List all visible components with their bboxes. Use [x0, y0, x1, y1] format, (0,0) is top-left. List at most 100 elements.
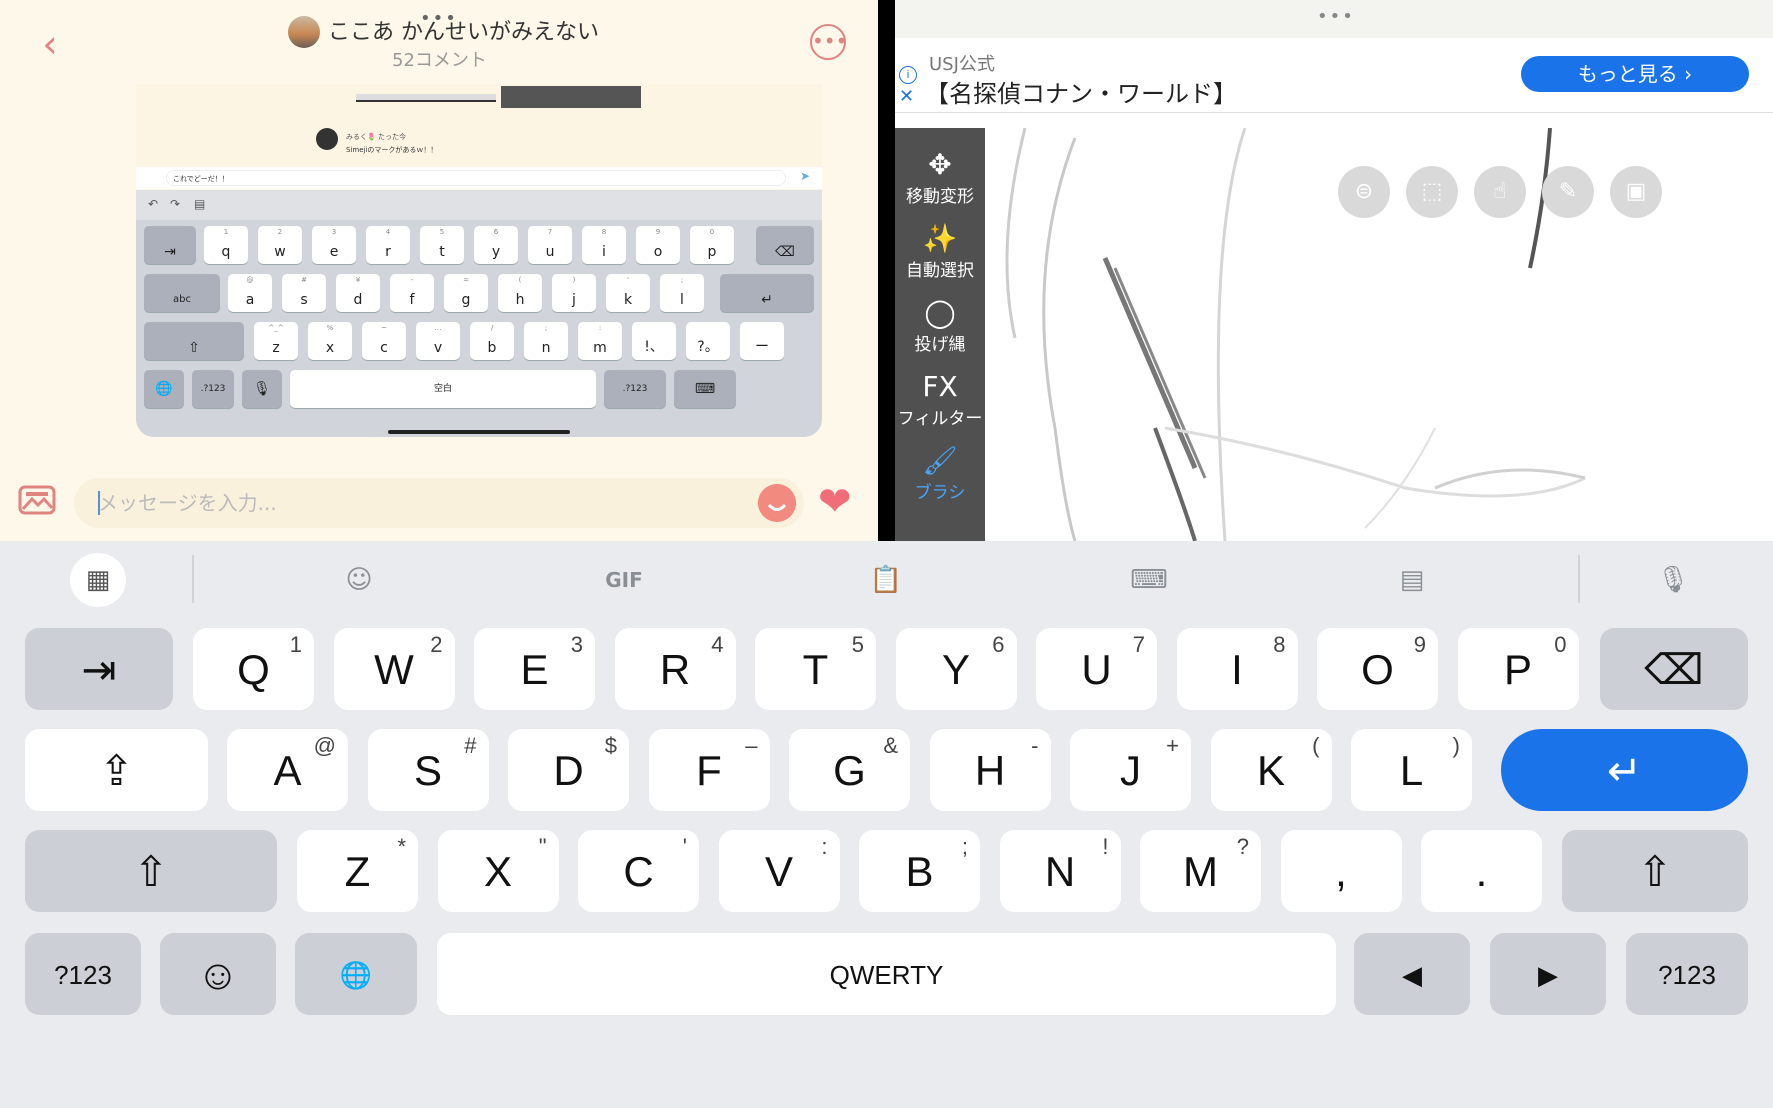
mini-key-label: e — [329, 244, 339, 260]
selection-icon[interactable]: ⬚ — [1406, 166, 1458, 218]
mic-icon[interactable]: 🎙 — [1645, 553, 1701, 607]
key-u[interactable]: U7 — [1036, 628, 1157, 710]
tool-label: ブラシ — [914, 483, 966, 503]
mini-space-key: 空白 — [290, 370, 596, 408]
globe-key[interactable]: 🌐 — [295, 933, 417, 1015]
key-alt-label: 1 — [289, 632, 302, 657]
ad-banner[interactable]: i ✕ USJ公式 【名探偵コナン・ワールド】 もっと見る › — [895, 38, 1773, 113]
mini-key: 7u — [528, 226, 572, 264]
tool-fx[interactable]: FX フィルター — [895, 370, 985, 429]
screenshot-poster-name: みるく🌷 たった今 — [346, 133, 406, 141]
sticker-icon[interactable]: ☺ — [331, 553, 387, 607]
key-alt-label: : — [821, 834, 828, 859]
mini-shift-key: ⇧ — [144, 322, 244, 360]
enter-key[interactable]: ↵ — [1501, 729, 1748, 811]
mini-key: 8i — [582, 226, 626, 264]
symbols-key[interactable]: ?123 — [25, 933, 141, 1015]
key-g[interactable]: G & — [789, 729, 910, 811]
key-p[interactable]: P0 — [1457, 628, 1579, 710]
mini-key-label: v — [433, 340, 443, 356]
key-w[interactable]: W2 — [333, 628, 455, 710]
tool-magic-wand[interactable]: ✨ 自動選択 — [895, 222, 985, 281]
brush-icon: 🖌 — [922, 444, 958, 477]
screenshot-keyboard: ↶ ↷ ▤ ⇥ 1 q 2 w 3 e 4 r 5 t 6 y 7 u 8 i 9 o 0 p ⌫ abc @ a # s ¥ d - f =… — [136, 190, 822, 437]
space-bar[interactable]: QWERTY — [437, 933, 1336, 1015]
key-e[interactable]: E3 — [474, 628, 595, 710]
keyboard-toolbar: ▦ ☺ GIF 📋 ⌨ ▤ 🎙 — [0, 541, 1773, 617]
shift-key-right[interactable]: ⇧ — [1562, 830, 1748, 912]
apps-grid-icon[interactable]: ▦ — [70, 553, 126, 607]
tool-move-arrows[interactable]: ✥ 移動変形 — [895, 148, 985, 207]
key-v[interactable]: V: — [718, 830, 840, 912]
toolbar-divider — [192, 555, 194, 603]
emoji-key[interactable]: ☺ — [160, 933, 276, 1015]
image-icon[interactable]: ▣ — [1610, 166, 1662, 218]
key-s[interactable]: S # — [367, 729, 489, 811]
key-f[interactable]: F – — [648, 729, 770, 811]
tool-label: 投げ縄 — [914, 335, 966, 355]
symbols-key[interactable]: ?123 — [1626, 933, 1748, 1015]
drawing-canvas[interactable]: ⊜ ⬚ ☝ ✎ ▣ — [985, 128, 1773, 541]
back-chevron-icon[interactable]: ‹ — [30, 24, 70, 64]
key-z[interactable]: Z * — [297, 830, 418, 912]
key-l[interactable]: L) — [1351, 729, 1472, 811]
key-i[interactable]: I8 — [1176, 628, 1298, 710]
toggle-icon[interactable]: ⊜ — [1338, 166, 1390, 218]
mini-key-label: w — [274, 244, 286, 260]
mini-key-label: h — [515, 292, 525, 308]
caps-lock-key[interactable]: ⇪ — [25, 729, 208, 811]
mini-key-label: z — [272, 340, 280, 356]
tab-key[interactable]: ⇥ — [25, 628, 173, 710]
ad-cta-button[interactable]: もっと見る › — [1521, 56, 1749, 92]
toolbar-divider — [1578, 555, 1580, 603]
gif-button[interactable]: GIF — [596, 553, 652, 607]
pane-handle[interactable]: ••• — [1317, 6, 1355, 27]
screenshot-input-row: これでどーだ！！ ➤ — [136, 167, 822, 189]
key-k[interactable]: K( — [1210, 729, 1332, 811]
key-n[interactable]: N! — [999, 830, 1121, 912]
key-c[interactable]: C ' — [578, 830, 699, 912]
mini-key-label: l — [680, 292, 684, 308]
cursor-left-key[interactable]: ◀ — [1354, 933, 1470, 1015]
mini-key: 1q — [204, 226, 248, 264]
key-d[interactable]: D $ — [508, 729, 629, 811]
smile-face-icon[interactable] — [758, 484, 796, 522]
shift-key-left[interactable]: ⇧ — [25, 830, 277, 912]
key-a[interactable]: A @ — [227, 729, 348, 811]
text-caret — [98, 491, 100, 515]
key-b[interactable]: B; — [859, 830, 980, 912]
key-x[interactable]: X " — [437, 830, 559, 912]
calculator-keyboard-icon[interactable]: ▤ — [1384, 553, 1440, 607]
clipboard-icon[interactable]: 📋 — [858, 553, 914, 607]
heart-icon[interactable]: ❤ — [818, 482, 852, 522]
key-t[interactable]: T5 — [755, 628, 876, 710]
mini-key-alt: = — [463, 276, 469, 284]
key-r[interactable]: R4 — [614, 628, 736, 710]
message-input[interactable]: メッセージを入力... — [74, 478, 804, 528]
keyboard-icon[interactable]: ⌨ — [1121, 553, 1177, 607]
tool-lasso[interactable]: ◯ 投げ縄 — [895, 296, 985, 355]
mini-backspace-key: ⌫ — [756, 226, 814, 264]
info-icon[interactable]: i — [899, 66, 917, 84]
key-alt-label: ( — [1312, 733, 1320, 758]
cursor-right-key[interactable]: ▶ — [1490, 933, 1606, 1015]
mini-key: 2w — [258, 226, 302, 264]
close-icon[interactable]: ✕ — [899, 88, 914, 106]
embedded-screenshot-image[interactable]: みるく🌷 たった今 Simejiのマークがあるｗ！！ これでどーだ！！ ➤ ↶ … — [136, 84, 822, 437]
backspace-key[interactable]: ⌫ — [1600, 628, 1748, 710]
key-m[interactable]: M? — [1140, 830, 1261, 912]
redo-icon: ↷ — [170, 197, 181, 211]
key-o[interactable]: O9 — [1317, 628, 1438, 710]
hand-icon[interactable]: ☝ — [1474, 166, 1526, 218]
key-j[interactable]: J + — [1070, 729, 1191, 811]
tool-brush[interactable]: 🖌 ブラシ — [895, 444, 985, 503]
key-comma[interactable]: , — [1280, 830, 1402, 912]
image-icon[interactable] — [18, 484, 56, 516]
more-dots-icon[interactable]: ••• — [810, 24, 847, 60]
key-q[interactable]: Q1 — [193, 628, 314, 710]
mini-globe-key: 🌐 — [144, 370, 184, 408]
key-y[interactable]: Y6 — [895, 628, 1017, 710]
ruler-icon[interactable]: ✎ — [1542, 166, 1594, 218]
key-period[interactable]: . — [1421, 830, 1542, 912]
key-h[interactable]: H- — [929, 729, 1051, 811]
